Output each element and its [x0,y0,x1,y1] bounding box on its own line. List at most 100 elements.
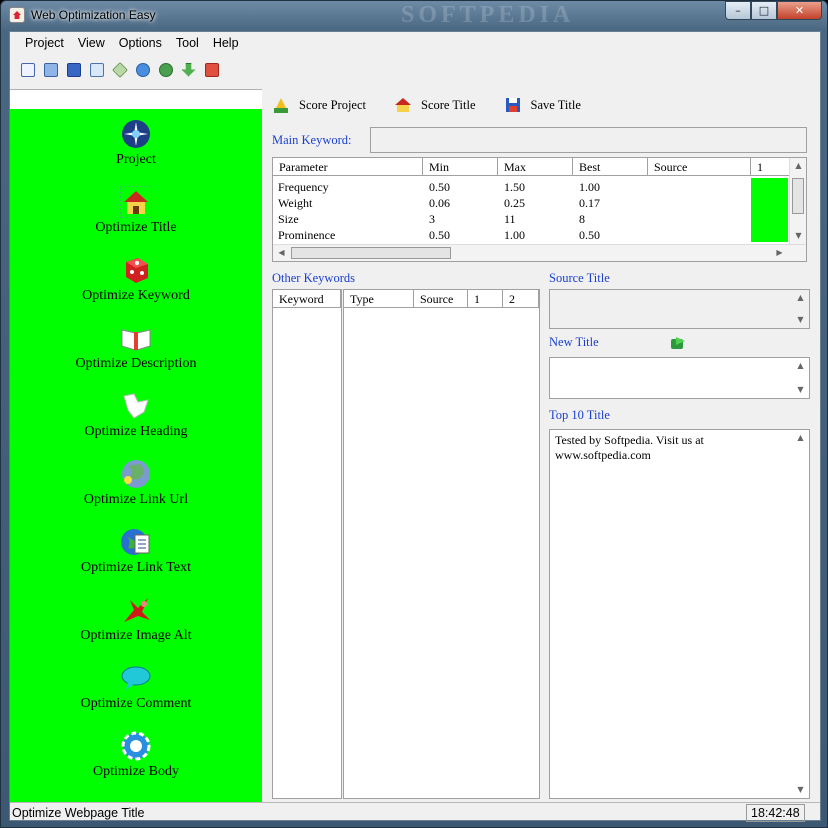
power-icon [204,62,219,77]
scroll-up-icon[interactable]: ▲ [792,358,809,374]
param-min: 0.50 [429,228,450,242]
minimize-button[interactable]: – [725,1,751,20]
sidebar-item-optimize-link-text[interactable]: Optimize Link Text [10,522,262,588]
top10-title-textarea[interactable]: Tested by Softpedia. Visit us at www.sof… [549,429,810,799]
save-title-button[interactable]: Save Title [504,96,581,114]
main-keyword-input[interactable] [370,127,807,153]
save-icon [505,98,520,112]
param-max: 0.25 [504,196,525,210]
link-text-icon [121,529,150,555]
col-header[interactable]: Parameter [273,158,423,176]
scroll-up-icon[interactable]: ▲ [790,158,806,174]
exit-button[interactable] [202,60,221,79]
open-button[interactable] [41,60,60,79]
refresh-button[interactable] [87,60,106,79]
params-vscrollbar[interactable]: ▲ ▼ [789,158,806,244]
toolbar [18,60,221,82]
col-header[interactable]: Max [498,158,573,176]
help-button[interactable] [156,60,175,79]
status-bar: Optimize Webpage Title 18:42:48 [10,802,820,822]
source-title-label: Source Title [549,271,610,285]
keyword-list[interactable]: Keyword [272,289,342,799]
browser-button[interactable] [133,60,152,79]
col-header[interactable]: Keyword [273,290,341,308]
top10-title-text: Tested by Softpedia. Visit us at www.sof… [555,433,704,462]
param-min: 0.50 [429,180,450,194]
top10-title-label: Top 10 Title [549,408,610,422]
param-best: 0.17 [579,196,600,210]
scroll-right-icon[interactable]: ▶ [771,245,788,261]
menu-help[interactable]: Help [206,32,246,56]
sidebar-item-label: Optimize Description [75,356,197,371]
sidebar-item-optimize-comment[interactable]: Optimize Comment [10,658,262,724]
scroll-down-icon[interactable]: ▼ [792,382,809,398]
param-name: Prominence [278,228,336,242]
save-button[interactable] [64,60,83,79]
menu-view[interactable]: View [71,32,112,56]
sidebar-item-optimize-body[interactable]: Optimize Body [10,726,262,792]
col-header[interactable]: Best [573,158,648,176]
app-window: Web Optimization Easy SOFTPEDIA – □ ✕ Pr… [0,0,828,828]
menu-project[interactable]: Project [18,32,71,56]
house-icon [120,186,152,218]
score-project-button[interactable]: Score Project [272,96,366,114]
comment-icon [121,666,151,690]
sidebar-item-optimize-image-alt[interactable]: Optimize Image Alt [10,590,262,656]
scroll-up-icon[interactable]: ▲ [792,430,809,446]
minimize-icon: – [735,4,741,17]
params-hscrollbar[interactable]: ◀ ▶ [273,244,806,261]
param-max: 11 [504,212,516,226]
col-header[interactable]: Source [414,290,468,308]
status-text: Optimize Webpage Title [12,806,145,820]
heading-icon [123,393,149,419]
image-alt-icon [124,598,150,622]
sidebar-item-label: Optimize Comment [80,696,192,711]
scroll-thumb[interactable] [792,178,804,214]
param-name: Size [278,212,299,226]
other-keywords-label: Other Keywords [272,271,355,285]
new-button[interactable] [18,60,37,79]
edit-button[interactable] [110,60,129,79]
edit-icon [111,61,128,78]
download-button[interactable] [179,60,198,79]
scroll-down-icon[interactable]: ▼ [792,782,809,798]
scroll-up-icon[interactable]: ▲ [792,290,809,306]
maximize-button[interactable]: □ [751,1,777,20]
close-icon: ✕ [794,4,805,17]
scroll-thumb[interactable] [291,247,451,259]
param-best: 1.00 [579,180,600,194]
col-header[interactable]: Source [648,158,751,176]
scroll-left-icon[interactable]: ◀ [273,245,290,261]
menu-tool[interactable]: Tool [169,32,206,56]
param-name: Frequency [278,180,329,194]
save-title-label: Save Title [530,97,581,112]
keyword-details-list[interactable]: Type Source 1 2 [343,289,540,799]
die-icon [126,258,148,283]
new-title-input[interactable]: ▲ ▼ [549,357,810,399]
sidebar-item-optimize-keyword[interactable]: Optimize Keyword [10,250,262,316]
save-icon [66,62,81,77]
col-header[interactable]: 1 [751,158,791,176]
close-button[interactable]: ✕ [777,1,822,20]
sidebar-item-optimize-title[interactable]: Optimize Title [10,182,262,248]
sidebar: Project Optimize Title Optimize Keyword … [10,109,262,802]
score-title-button[interactable]: Score Title [394,96,476,114]
sidebar-item-project[interactable]: Project [10,114,262,180]
sidebar-item-optimize-heading[interactable]: Optimize Heading [10,386,262,452]
scroll-down-icon[interactable]: ▼ [790,228,806,244]
col-header[interactable]: Type [344,290,414,308]
sidebar-item-optimize-description[interactable]: Optimize Description [10,318,262,384]
copy-title-icon[interactable] [670,336,686,350]
title-bar[interactable]: Web Optimization Easy SOFTPEDIA – □ ✕ [1,1,827,31]
score-project-label: Score Project [299,97,366,112]
col-header[interactable]: Min [423,158,498,176]
source-title-field[interactable]: ▲ ▼ [549,289,810,329]
main-keyword-label: Main Keyword: [272,133,352,147]
col-header[interactable]: 2 [503,290,539,308]
sidebar-item-optimize-link-url[interactable]: Optimize Link Url [10,454,262,520]
globe-icon [122,460,150,488]
status-time: 18:42:48 [746,804,805,822]
scroll-down-icon[interactable]: ▼ [792,312,809,328]
col-header[interactable]: 1 [468,290,503,308]
menu-options[interactable]: Options [112,32,169,56]
